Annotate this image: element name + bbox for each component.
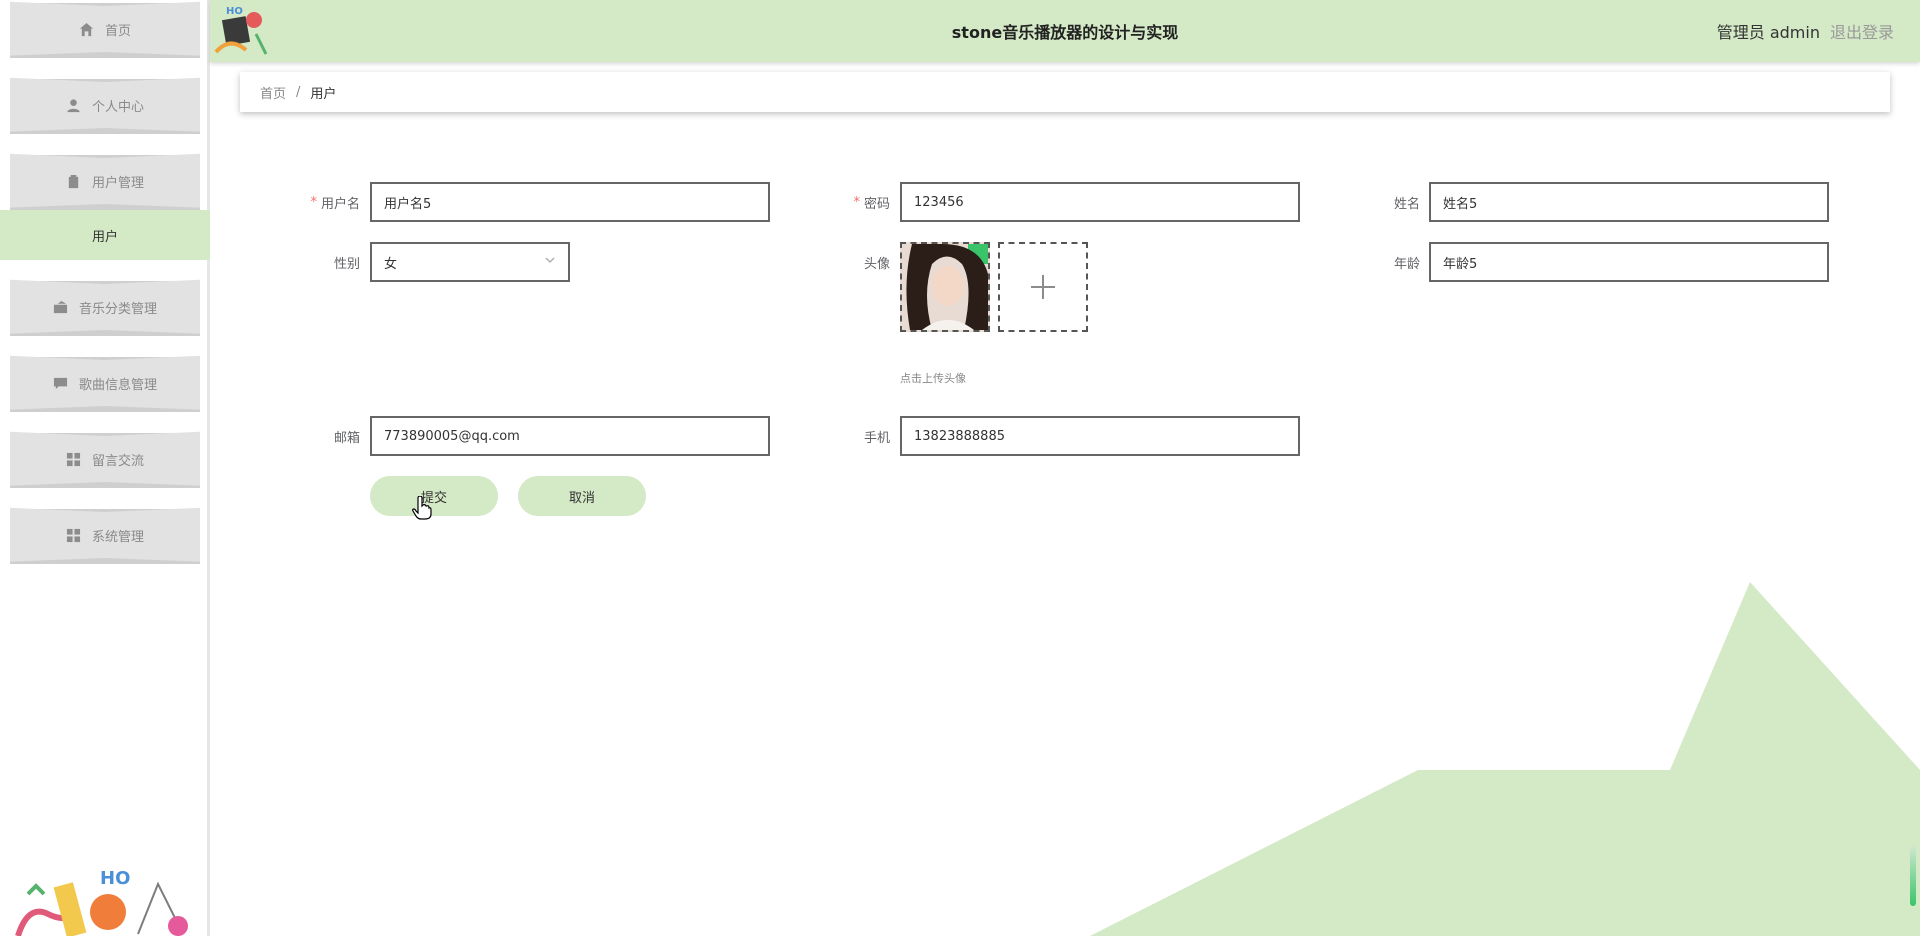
avatar-preview-image[interactable] (900, 242, 990, 332)
sidebar-item-personal-center[interactable]: 个人中心 (10, 76, 200, 134)
avatar-upload-button[interactable] (998, 242, 1088, 332)
gender-select-value: 女 (384, 256, 398, 272)
sidebar-item-home[interactable]: 首页 (10, 0, 200, 58)
wallet-icon (53, 299, 69, 315)
sidebar-item-label: 个人中心 (91, 99, 144, 115)
sidebar-item-label: 用户管理 (91, 175, 144, 191)
submit-button[interactable]: 提交 (370, 476, 498, 516)
gender-select[interactable]: 女 (370, 242, 570, 282)
password-input[interactable]: 123456 (900, 182, 1300, 222)
sidebar-item-song-info[interactable]: 歌曲信息管理 (10, 354, 200, 412)
name-input[interactable]: 姓名5 (1429, 182, 1829, 222)
phone-label: 手机 (863, 430, 890, 446)
home-icon (79, 21, 95, 37)
breadcrumb: 首页 / 用户 (240, 72, 1890, 112)
grid-icon (66, 451, 82, 467)
scroll-indicator[interactable] (1910, 846, 1916, 906)
email-input[interactable]: 773890005@qq.com (370, 416, 770, 456)
age-input[interactable]: 年龄5 (1429, 242, 1829, 282)
required-mark: * (310, 194, 317, 210)
user-icon (66, 97, 82, 113)
message-icon (53, 375, 69, 391)
username-input[interactable]: 用户名5 (370, 182, 770, 222)
grid-icon (66, 527, 82, 543)
cancel-button[interactable]: 取消 (518, 476, 646, 516)
avatar-upload-hint: 点击上传头像 (900, 372, 966, 385)
chevron-down-icon (544, 254, 556, 270)
sidebar-item-label: 系统管理 (91, 529, 144, 545)
sidebar-subitem-user[interactable]: 用户 (0, 210, 210, 260)
sidebar: 首页 个人中心 用户管理 用户 音乐分类管理 歌曲信息管理 留言交流 系统管理 … (0, 0, 210, 936)
sidebar-subitem-label: 用户 (91, 229, 118, 245)
password-label: * 密码 (853, 194, 890, 212)
phone-input[interactable]: 13823888885 (900, 416, 1300, 456)
name-label: 姓名 (1393, 196, 1420, 212)
gender-label: 性别 (333, 256, 360, 272)
clipboard-icon (66, 173, 82, 189)
sidebar-item-label: 音乐分类管理 (78, 301, 157, 317)
plus-icon (1031, 275, 1055, 299)
sidebar-item-message-board[interactable]: 留言交流 (10, 430, 200, 488)
sidebar-decorative-logo: HO (15, 868, 188, 936)
sidebar-item-label: 留言交流 (91, 453, 144, 469)
sidebar-item-label: 首页 (104, 23, 131, 39)
background-decoration (1090, 582, 1920, 936)
logout-link[interactable]: 退出登录 (1830, 19, 1894, 43)
breadcrumb-home-link[interactable]: 首页 (260, 83, 286, 102)
header-user-area: 管理员 admin 退出登录 (1717, 0, 1894, 62)
avatar-label: 头像 (863, 256, 890, 272)
hand-cursor-icon (412, 496, 432, 520)
app-title: stone音乐播放器的设计与实现 (951, 23, 1179, 42)
svg-text:HO: HO (100, 868, 130, 889)
sidebar-item-user-management[interactable]: 用户管理 (10, 152, 200, 210)
current-user-label: 管理员 admin (1716, 23, 1820, 42)
username-label: * 用户名 (310, 194, 360, 212)
required-mark: * (853, 194, 860, 210)
email-label: 邮箱 (333, 430, 360, 446)
top-header: HO stone音乐播放器的设计与实现 管理员 admin 退出登录 (210, 0, 1920, 62)
sidebar-item-label: 歌曲信息管理 (78, 377, 157, 393)
breadcrumb-current: 用户 (310, 86, 337, 102)
breadcrumb-separator: / (296, 84, 301, 100)
sidebar-item-music-category[interactable]: 音乐分类管理 (10, 278, 200, 336)
avatar-photo (902, 244, 988, 330)
sidebar-item-system-management[interactable]: 系统管理 (10, 506, 200, 564)
age-label: 年龄 (1393, 256, 1420, 272)
